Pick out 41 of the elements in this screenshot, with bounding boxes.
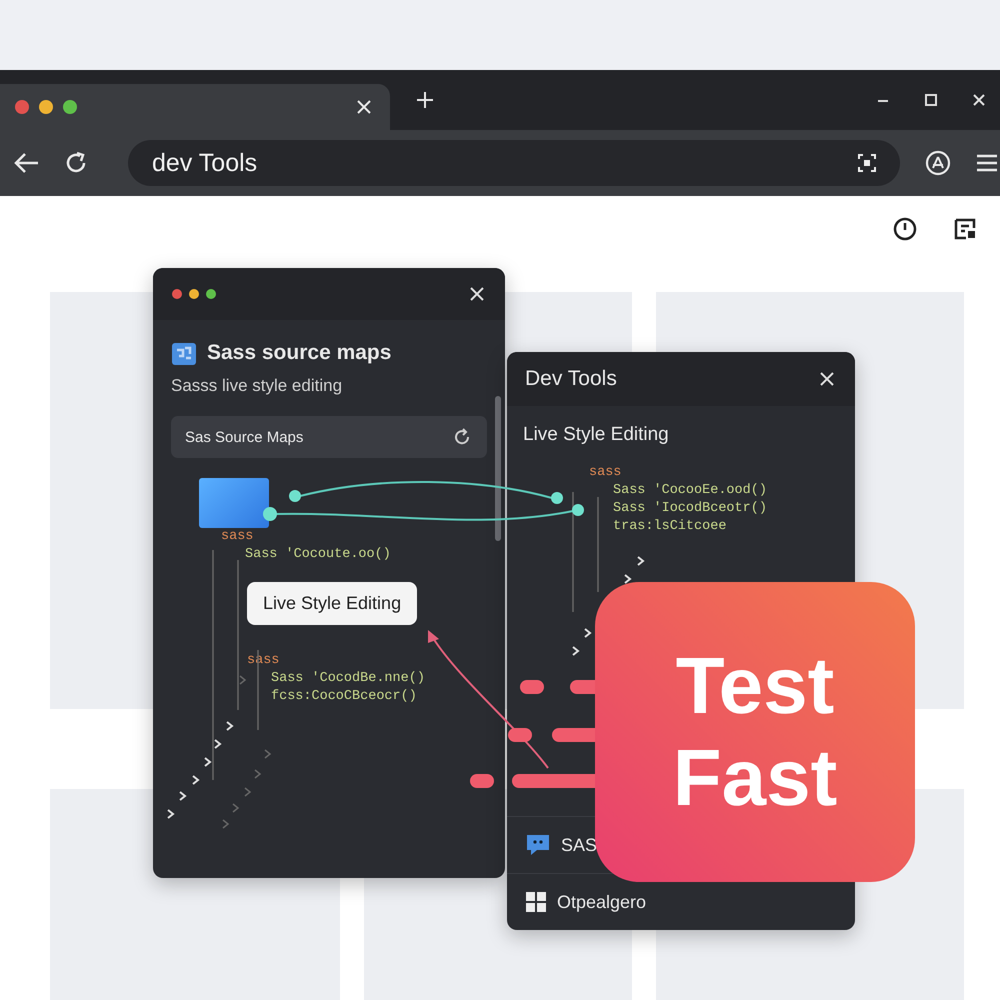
close-icon[interactable]	[469, 286, 485, 302]
screenshot-icon[interactable]	[856, 152, 878, 174]
address-bar[interactable]: dev Tools	[128, 140, 900, 186]
promo-badge: Test Fast	[595, 582, 915, 882]
reload-icon[interactable]	[64, 151, 88, 175]
list-item[interactable]: Otpealgero	[557, 892, 646, 912]
code-line: Sass 'CocodBe.nne()	[271, 670, 426, 688]
chat-icon	[525, 833, 551, 857]
browser-tab[interactable]	[0, 84, 390, 130]
close-icon[interactable]	[819, 371, 835, 387]
scrollbar[interactable]	[495, 396, 501, 541]
clock-icon[interactable]	[892, 216, 918, 242]
tooltip: Live Style Editing	[247, 582, 418, 625]
close-icon[interactable]	[356, 99, 372, 115]
source-maps-field[interactable]: Sas Source Maps	[171, 416, 487, 458]
back-icon[interactable]	[14, 152, 40, 174]
menu-icon[interactable]	[976, 152, 998, 174]
code-line: sass	[247, 652, 280, 670]
plus-icon[interactable]	[416, 91, 434, 109]
file-block	[199, 478, 269, 528]
code-line: sass	[589, 464, 622, 482]
panel-icon[interactable]	[952, 216, 978, 242]
window-dots-icon	[14, 99, 78, 115]
panel-title: Sass source maps	[207, 341, 392, 365]
code-line: Sass 'Cocoute.oo()	[245, 546, 392, 564]
maximize-icon[interactable]	[924, 93, 938, 107]
grid-icon	[525, 891, 547, 913]
section-heading: Live Style Editing	[523, 424, 670, 446]
profile-icon[interactable]	[924, 149, 952, 177]
code-line: sass	[221, 528, 254, 546]
panel-title: Dev Tools	[525, 367, 617, 391]
puzzle-icon	[171, 340, 197, 366]
list-item[interactable]: SAS	[561, 834, 598, 856]
code-line: tras:lsCitcoee	[613, 518, 728, 536]
window-dots-icon	[171, 288, 217, 300]
code-line: Sass 'IocodBceotr()	[613, 500, 768, 518]
code-line: fcss:CocoCBceocr()	[271, 688, 418, 706]
panel-subtitle: Sasss live style editing	[171, 376, 344, 396]
code-line: Sass 'CocooEe.ood()	[613, 482, 768, 500]
close-icon[interactable]	[972, 93, 986, 107]
refresh-icon[interactable]	[453, 428, 471, 446]
